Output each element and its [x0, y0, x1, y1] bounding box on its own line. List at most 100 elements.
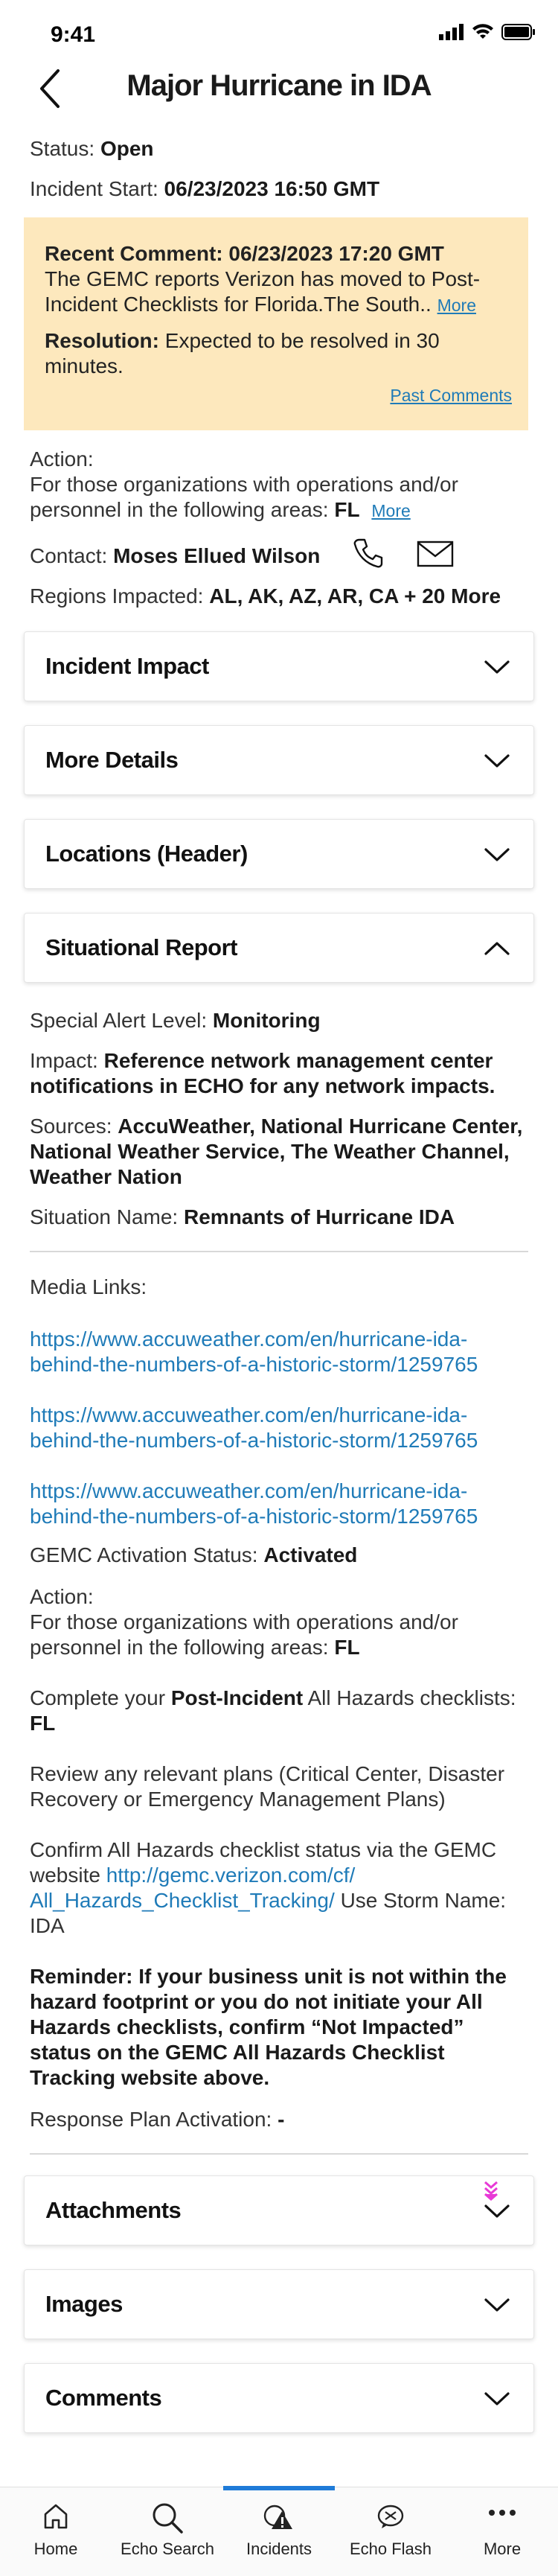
more-dots-icon: [489, 2510, 516, 2516]
section-locations[interactable]: Locations (Header): [24, 819, 534, 889]
section-attachments-label: Attachments: [45, 2197, 182, 2223]
tab-incidents[interactable]: Incidents: [223, 2486, 335, 2576]
recent-comment-text-1: The GEMC reports Verizon has moved to Po…: [45, 267, 481, 290]
confirm-line-3: All_Hazards_Checklist_Tracking/ Use Stor…: [30, 1889, 507, 1912]
chevron-down-icon: [484, 754, 510, 768]
resolution-text-1: Expected to be resolved in 30: [164, 329, 440, 352]
wifi-icon: [472, 24, 493, 39]
gemc-status-line: GEMC Activation Status: Activated: [30, 1543, 358, 1566]
resolution-label: Resolution:: [45, 329, 159, 352]
page-title: Major Hurricane in IDA: [126, 69, 432, 102]
review-plans-2: Recovery or Emergency Management Plans): [30, 1788, 446, 1811]
response-plan-line: Response Plan Activation: -: [30, 2108, 285, 2131]
phone-icon[interactable]: [353, 538, 384, 569]
impact-line-1: Impact: Reference network management cen…: [30, 1049, 493, 1072]
resolution-line: Resolution: Expected to be resolved in 3…: [45, 328, 507, 354]
tab-echo-flash[interactable]: Echo Flash: [335, 2487, 446, 2576]
section-incident-impact-label: Incident Impact: [45, 653, 209, 679]
home-icon: [44, 2504, 68, 2529]
reminder-5: Tracking website above.: [30, 2066, 270, 2089]
tab-echo-flash-label: Echo Flash: [349, 2540, 432, 2558]
section-incident-impact[interactable]: Incident Impact: [24, 631, 534, 701]
regions-value: AL, AK, AZ, AR, CA + 20 More: [209, 584, 501, 608]
sr-action-text-2: personnel in the following areas: FL: [30, 1636, 360, 1659]
chevron-down-icon: [484, 2298, 510, 2312]
action-text-2: personnel in the following areas: FL Mor…: [30, 498, 411, 521]
status-icons: [439, 24, 536, 40]
section-comments-label: Comments: [45, 2385, 162, 2411]
reminder-2: hazard footprint or you do not initiate …: [30, 1990, 483, 2013]
reminder-1: Reminder: If your business unit is not w…: [30, 1965, 507, 1988]
tab-more[interactable]: More: [446, 2487, 558, 2576]
sources-line-3: Weather Nation: [30, 1165, 182, 1188]
alert-level-line: Special Alert Level: Monitoring: [30, 1009, 321, 1032]
section-images-label: Images: [45, 2291, 123, 2317]
regions-line: Regions Impacted: AL, AK, AZ, AR, CA + 2…: [30, 584, 528, 609]
sources-line-1: Sources: AccuWeather, National Hurricane…: [30, 1115, 523, 1138]
chevron-down-icon: [484, 660, 510, 674]
review-plans-1: Review any relevant plans (Critical Cent…: [30, 1762, 505, 1785]
search-icon: [153, 2503, 183, 2534]
page-header: Major Hurricane in IDA: [0, 63, 558, 115]
incident-start-line: Incident Start: 06/23/2023 16:50 GMT: [30, 176, 528, 202]
chevron-down-icon: [484, 848, 510, 861]
confirm-storm-name: IDA: [30, 1914, 65, 1937]
tab-home[interactable]: Home: [0, 2487, 112, 2576]
response-plan-value: -: [278, 2108, 285, 2131]
gemc-website-link[interactable]: http://gemc.verizon.com/cf/: [106, 1864, 356, 1887]
section-more-details[interactable]: More Details: [24, 725, 534, 795]
action-text-1: For those organizations with operations …: [30, 473, 458, 496]
incident-start-value: 06/23/2023 16:50 GMT: [164, 177, 380, 200]
action-areas: FL: [334, 498, 360, 521]
section-locations-label: Locations (Header): [45, 841, 248, 867]
recent-comment-text-2: Incident Checklists for Florida.The Sout…: [45, 293, 476, 316]
incident-start-label: Incident Start:: [30, 177, 158, 200]
divider: [30, 1251, 528, 1252]
tab-echo-search-label: Echo Search: [121, 2540, 214, 2558]
media-link-2[interactable]: https://www.accuweather.com/en/hurricane…: [30, 1403, 528, 1453]
tab-echo-search[interactable]: Echo Search: [112, 2487, 223, 2576]
confirm-line-2: website http://gemc.verizon.com/cf/: [30, 1864, 356, 1887]
chevron-up-icon: [484, 942, 510, 955]
email-icon[interactable]: [417, 541, 454, 567]
media-links-label: Media Links:: [30, 1275, 147, 1298]
gemc-website-link-2[interactable]: All_Hazards_Checklist_Tracking/: [30, 1889, 335, 1912]
bottom-tab-bar: Home Echo Search Incidents Echo Flash Mo…: [0, 2486, 558, 2576]
media-link-1[interactable]: https://www.accuweather.com/en/hurricane…: [30, 1327, 528, 1377]
action-label: Action:: [30, 447, 94, 471]
confirm-line-1: Confirm All Hazards checklist status via…: [30, 1838, 497, 1861]
section-attachments[interactable]: Attachments: [24, 2175, 534, 2245]
recent-comment-box: Recent Comment: 06/23/2023 17:20 GMT The…: [24, 217, 528, 430]
status-time: 9:41: [51, 22, 96, 47]
section-comments[interactable]: Comments: [24, 2363, 534, 2433]
reminder-4: status on the GEMC All Hazards Checklist: [30, 2041, 445, 2064]
comment-more-link[interactable]: More: [437, 296, 476, 315]
section-images[interactable]: Images: [24, 2269, 534, 2339]
contact-label: Contact:: [30, 544, 108, 567]
contact-name: Moses Ellued Wilson: [113, 544, 321, 567]
sources-line-2: National Weather Service, The Weather Ch…: [30, 1140, 510, 1163]
section-situational-report[interactable]: Situational Report: [24, 913, 534, 983]
status-label: Status:: [30, 137, 95, 160]
divider: [30, 2153, 528, 2155]
past-comments-link[interactable]: Past Comments: [390, 386, 512, 406]
active-tab-indicator: [223, 2486, 335, 2490]
complete-checklist-areas: FL: [30, 1712, 56, 1735]
action-more-link[interactable]: More: [371, 501, 410, 520]
battery-icon: [501, 24, 535, 40]
resolution-text-2: minutes.: [45, 354, 124, 377]
chevron-down-icon: [484, 2204, 510, 2218]
section-situational-report-label: Situational Report: [45, 934, 237, 960]
media-link-3[interactable]: https://www.accuweather.com/en/hurricane…: [30, 1479, 528, 1529]
tab-more-label: More: [483, 2540, 522, 2558]
complete-checklist-line: Complete your Post-Incident All Hazards …: [30, 1686, 516, 1709]
status-bar: 9:41: [0, 0, 558, 67]
tab-home-label: Home: [33, 2540, 78, 2558]
status-value: Open: [100, 137, 154, 160]
gemc-status-value: Activated: [263, 1543, 358, 1566]
sr-action-label: Action:: [30, 1585, 94, 1608]
sr-action-text-1: For those organizations with operations …: [30, 1610, 458, 1633]
alert-level-value: Monitoring: [212, 1009, 321, 1032]
status-line: Status: Open: [30, 136, 528, 162]
situation-name-value: Remnants of Hurricane IDA: [184, 1205, 455, 1228]
